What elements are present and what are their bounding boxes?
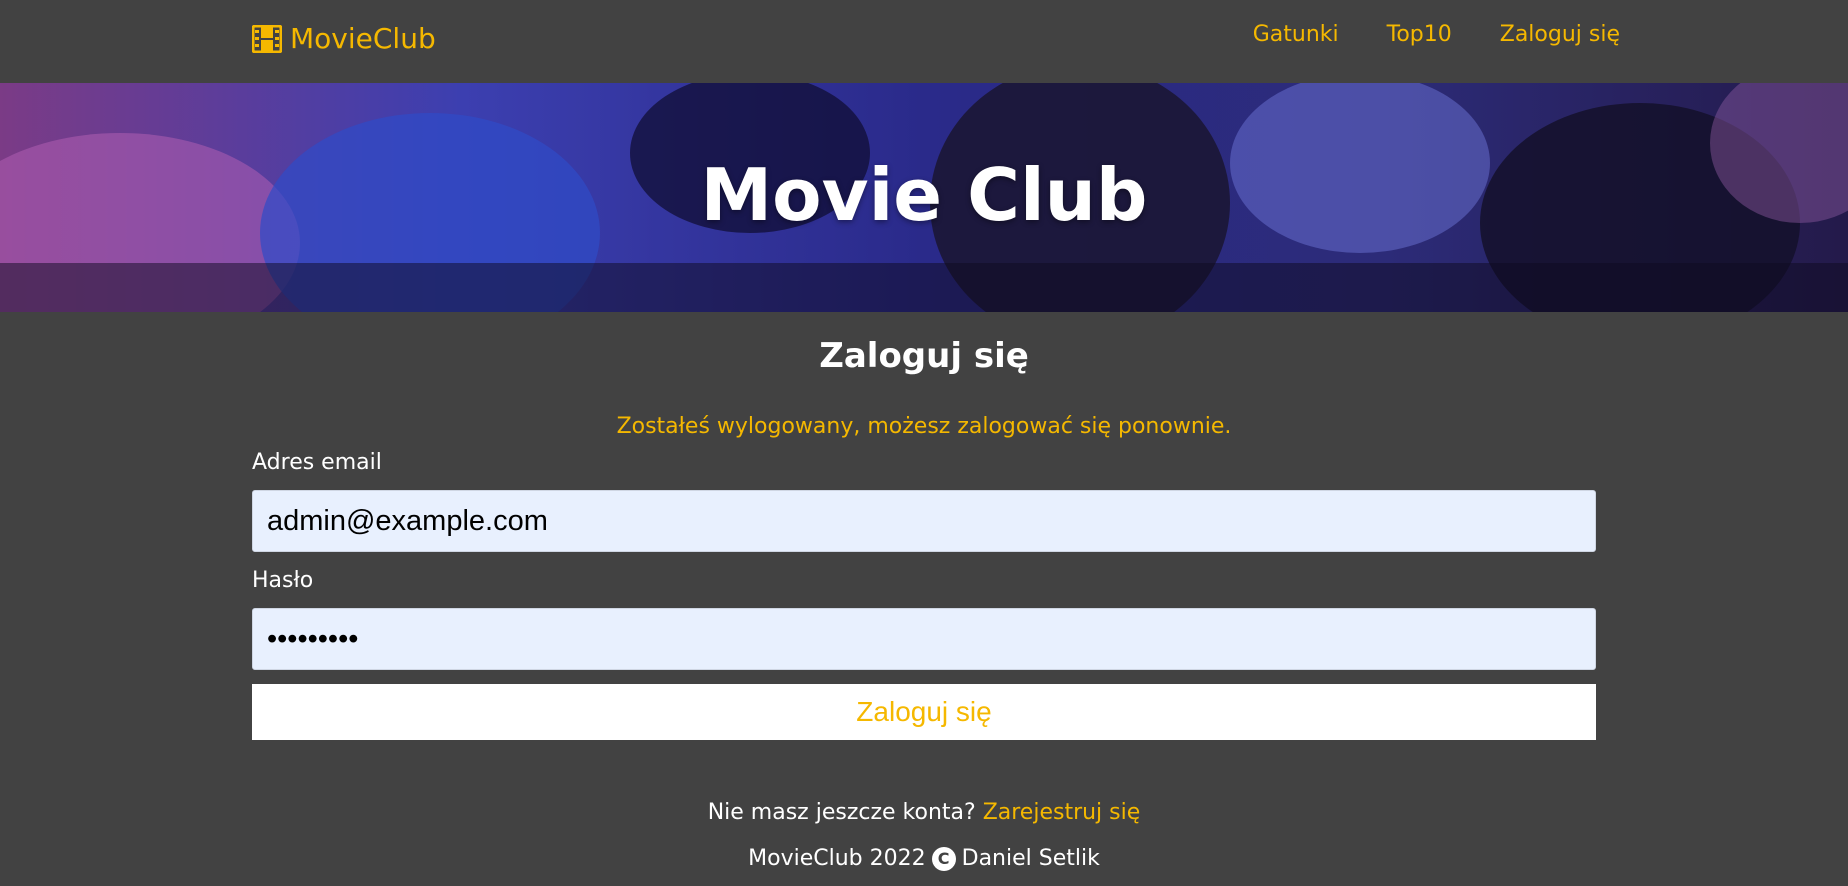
register-row: Nie masz jeszcze konta? Zarejestruj się <box>0 800 1848 825</box>
navbar: MovieClub Gatunki Top10 Zaloguj się <box>0 0 1848 83</box>
hero-title: Movie Club <box>700 153 1148 237</box>
email-label: Adres email <box>252 450 382 475</box>
page-title: Zaloguj się <box>819 336 1029 376</box>
nav-link-top10[interactable]: Top10 <box>1387 22 1452 47</box>
hero-banner: Movie Club <box>0 83 1848 312</box>
login-form: Adres email Hasło Zaloguj się <box>252 448 1596 740</box>
login-section: Zaloguj się Zostałeś wylogowany, możesz … <box>0 312 1848 871</box>
nav-links: Gatunki Top10 Zaloguj się <box>1253 22 1620 47</box>
footer-author: Daniel Setlik <box>961 846 1100 871</box>
nav-link-login[interactable]: Zaloguj się <box>1500 22 1620 47</box>
film-icon <box>252 24 282 53</box>
copyright-icon: C <box>931 846 956 871</box>
email-field[interactable] <box>252 490 1596 552</box>
login-button[interactable]: Zaloguj się <box>252 684 1596 740</box>
footer: MovieClub 2022 C Daniel Setlik <box>0 846 1848 871</box>
password-label: Hasło <box>252 568 314 593</box>
register-link[interactable]: Zarejestruj się <box>983 800 1141 825</box>
nav-link-gatunki[interactable]: Gatunki <box>1253 22 1339 47</box>
footer-brand: MovieClub 2022 <box>748 846 926 871</box>
brand-name: MovieClub <box>290 22 436 55</box>
password-field[interactable] <box>252 608 1596 670</box>
register-prompt: Nie masz jeszcze konta? <box>707 800 983 825</box>
logout-message: Zostałeś wylogowany, możesz zalogować si… <box>616 414 1232 439</box>
brand-link[interactable]: MovieClub <box>252 22 436 55</box>
